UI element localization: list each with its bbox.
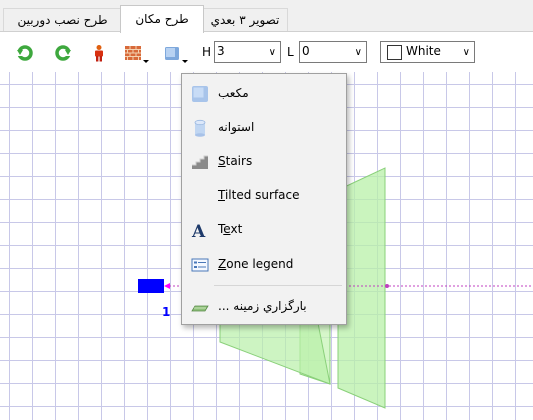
tab-3d-view[interactable]: تصوير ۳ بعدي — [202, 8, 288, 31]
height-label: H — [202, 45, 212, 59]
svg-text:A: A — [191, 222, 206, 239]
camera-marker-tip — [164, 283, 170, 289]
shape-menu: مكعب استوانه Stairs Tilted surface A Tex… — [181, 73, 347, 325]
rotate-left-icon — [16, 45, 33, 61]
color-combo[interactable]: White ∨ — [380, 41, 475, 63]
color-value: White — [406, 44, 441, 58]
load-background-icon — [191, 298, 209, 316]
color-swatch — [387, 45, 402, 60]
toolbar: H 3 ∨ L 0 ∨ White ∨ — [0, 32, 533, 72]
menu-item-load-background[interactable]: ... بارگزاري زمينه — [182, 291, 346, 323]
length-combo[interactable]: 0 ∨ — [299, 41, 367, 63]
menu-item-text[interactable]: A Text — [182, 214, 346, 246]
person-icon — [95, 45, 103, 62]
menu-item-cube[interactable]: مكعب — [182, 78, 346, 110]
menu-separator — [214, 285, 342, 286]
length-label: L — [287, 45, 294, 59]
cube-icon — [165, 47, 179, 60]
camera-marker-label: 1 — [162, 305, 170, 319]
shape-dropdown-arrow — [182, 60, 188, 63]
length-value: 0 — [302, 44, 310, 58]
height-combo[interactable]: 3 ∨ — [214, 41, 281, 63]
add-wall-button[interactable] — [124, 44, 149, 63]
chevron-down-icon: ∨ — [462, 47, 470, 58]
zone-legend-icon — [191, 256, 209, 274]
stairs-icon — [191, 153, 209, 171]
wall-dropdown-arrow — [143, 60, 149, 63]
menu-item-tilted-surface[interactable]: Tilted surface — [182, 180, 346, 212]
tilted-surface-icon — [191, 187, 209, 205]
add-shape-button[interactable] — [163, 44, 188, 63]
camera-marker — [138, 279, 164, 293]
menu-item-label: Tilted surface — [218, 188, 300, 202]
height-value: 3 — [217, 44, 225, 58]
rotate-right-icon — [55, 45, 72, 61]
cylinder-icon — [191, 119, 209, 137]
menu-item-zone-legend[interactable]: Zone legend — [182, 249, 346, 281]
chevron-down-icon: ∨ — [354, 47, 362, 58]
menu-item-label: Text — [218, 222, 243, 236]
menu-item-label: Zone legend — [218, 257, 294, 271]
tab-camera-layout[interactable]: طرح نصب دوربين — [3, 8, 122, 31]
menu-item-label: استوانه — [218, 120, 255, 134]
menu-item-cylinder[interactable]: استوانه — [182, 112, 346, 144]
axis-node — [385, 284, 389, 288]
brick-wall-icon — [125, 46, 141, 60]
menu-item-label: مكعب — [218, 86, 249, 100]
text-icon: A — [191, 221, 209, 239]
add-person-button[interactable] — [90, 44, 108, 62]
rotate-left-button[interactable] — [16, 44, 34, 62]
menu-item-stairs[interactable]: Stairs — [182, 146, 346, 178]
tab-bar: طرح نصب دوربين طرح مكان تصوير ۳ بعدي — [0, 0, 533, 33]
menu-item-label: ... بارگزاري زمينه — [218, 299, 307, 313]
menu-item-label: Stairs — [218, 154, 253, 168]
chevron-down-icon: ∨ — [268, 47, 276, 58]
cube-icon — [191, 85, 209, 103]
rotate-right-button[interactable] — [54, 44, 72, 62]
tab-place-layout[interactable]: طرح مكان — [120, 5, 204, 33]
